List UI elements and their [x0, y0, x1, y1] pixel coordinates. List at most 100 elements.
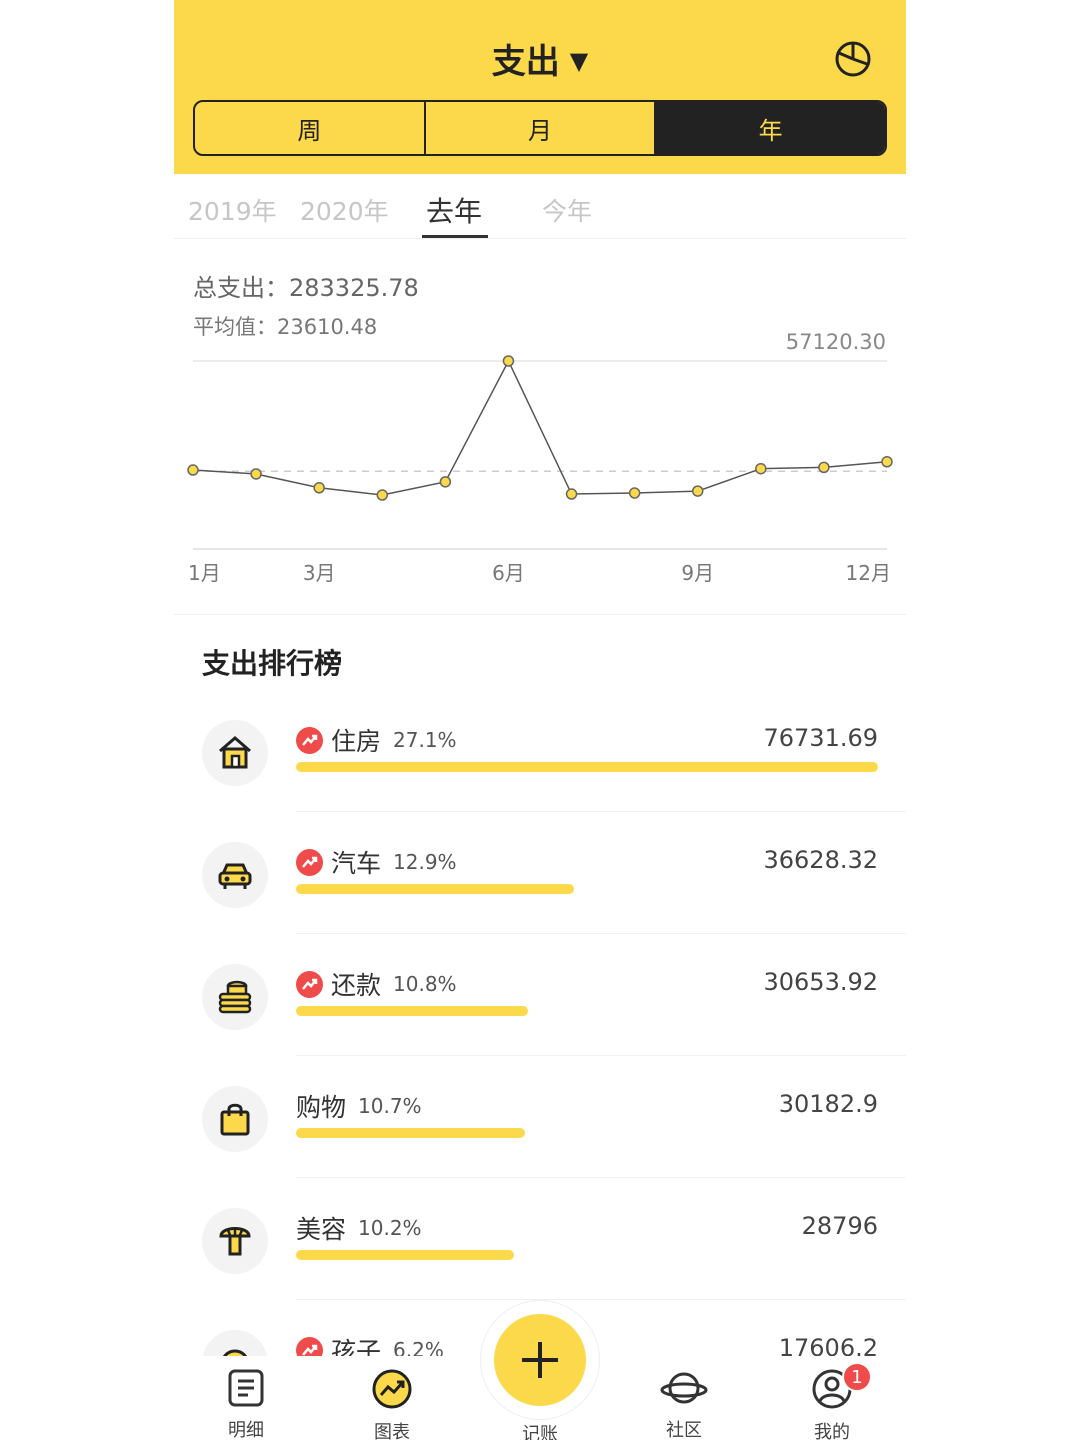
segment-year[interactable]: 年 — [656, 102, 885, 154]
category-percent: 10.8% — [393, 972, 457, 996]
category-amount: 36628.32 — [763, 846, 878, 874]
data-point-3月[interactable] — [313, 482, 325, 494]
average-expense: 平均值：23610.48 — [193, 311, 419, 341]
section-divider — [174, 614, 906, 615]
data-point-4月[interactable] — [376, 489, 389, 501]
shopping-bag-icon — [220, 1103, 250, 1136]
data-point-1月[interactable] — [187, 464, 199, 476]
category-percent: 12.9% — [393, 850, 457, 874]
x-tick-label: 6月 — [492, 561, 525, 585]
data-point-10月[interactable] — [755, 462, 767, 475]
category-icon-wrap — [202, 1208, 268, 1274]
page-title: 支出 — [491, 42, 560, 82]
pie-chart-icon[interactable] — [834, 40, 872, 78]
total-label: 总支出： — [193, 274, 289, 302]
x-tick-label: 12月 — [846, 561, 891, 585]
caret-down-icon: ▼ — [569, 47, 589, 75]
data-point-5月[interactable] — [439, 476, 452, 488]
monthly-line-chart: 1月 3月 6月 9月 12月 — [187, 355, 893, 585]
ranking-row[interactable]: 还款 10.8% 30653.92 — [174, 934, 906, 1056]
expense-series-line — [192, 359, 888, 496]
average-label: 平均值： — [193, 315, 277, 339]
category-icon-wrap — [202, 720, 268, 786]
tab-this-year[interactable]: 今年 — [542, 192, 592, 228]
header: 支出 ▼ 周 月 年 — [174, 0, 906, 174]
chart-icon — [372, 1369, 412, 1409]
ranking-row[interactable]: 美容 10.2% 28796 — [174, 1178, 906, 1300]
ranking-row[interactable]: 汽车 12.9% 36628.32 — [174, 812, 906, 934]
data-point-2月[interactable] — [250, 468, 262, 480]
nav-chart[interactable]: 图表 — [342, 1368, 442, 1440]
ranking-row-header: 购物 10.7% — [296, 1088, 422, 1124]
trend-up-icon — [296, 970, 323, 998]
ranking-row[interactable]: 住房 27.1% 76731.69 — [174, 690, 906, 812]
year-tabs: 2019年 2020年 去年 今年 — [174, 174, 906, 239]
category-share-bar — [296, 1006, 528, 1016]
category-percent: 27.1% — [393, 728, 457, 752]
beauty-icon — [219, 1227, 251, 1256]
active-tab-indicator — [422, 235, 488, 238]
category-share-bar — [296, 884, 574, 894]
category-name: 住房 — [331, 727, 382, 756]
house-icon — [219, 736, 251, 769]
tab-2019[interactable]: 2019年 — [188, 192, 277, 228]
category-percent: 10.2% — [358, 1216, 422, 1240]
tab-2020[interactable]: 2020年 — [300, 192, 389, 228]
tab-last-year[interactable]: 去年 — [426, 190, 482, 230]
category-icon-wrap — [202, 964, 268, 1030]
ranking-row[interactable]: 购物 10.7% 30182.9 — [174, 1056, 906, 1178]
data-point-6月[interactable] — [502, 355, 515, 367]
data-point-7月[interactable] — [565, 488, 578, 500]
coins-icon — [218, 980, 252, 1014]
add-record-button[interactable] — [494, 1314, 586, 1406]
data-point-12月[interactable] — [881, 456, 893, 468]
notification-badge: 1 — [842, 1362, 872, 1392]
details-icon — [228, 1369, 264, 1407]
category-name: 还款 — [331, 971, 382, 1000]
ranking-row-header: 汽车 12.9% — [296, 844, 457, 880]
trend-up-icon — [296, 726, 323, 754]
category-name: 美容 — [296, 1215, 347, 1244]
category-name: 购物 — [296, 1093, 347, 1122]
car-icon — [218, 863, 252, 889]
total-expense: 总支出：283325.78 — [193, 268, 419, 303]
category-amount: 30653.92 — [763, 968, 878, 996]
ranking-row-header: 还款 10.8% — [296, 966, 457, 1002]
category-share-bar — [296, 1128, 525, 1138]
segment-week[interactable]: 周 — [195, 102, 426, 154]
trend-up-icon — [296, 848, 323, 876]
nav-community[interactable]: 社区 — [634, 1368, 734, 1440]
total-value: 283325.78 — [289, 274, 419, 302]
category-share-bar — [296, 762, 878, 772]
x-tick-label: 3月 — [303, 561, 336, 585]
category-share-bar — [296, 1250, 514, 1260]
summary: 总支出：283325.78 平均值：23610.48 — [193, 268, 419, 341]
category-icon-wrap — [202, 842, 268, 908]
nav-details-label: 明细 — [228, 1420, 264, 1440]
type-selector[interactable]: 支出 ▼ — [174, 34, 906, 83]
ranking-title: 支出排行榜 — [202, 647, 343, 680]
data-point-11月[interactable] — [818, 461, 830, 474]
category-amount: 76731.69 — [763, 724, 878, 752]
category-amount: 28796 — [801, 1212, 878, 1240]
average-value: 23610.48 — [277, 315, 378, 339]
nav-community-label: 社区 — [666, 1420, 702, 1440]
nav-details[interactable]: 明细 — [196, 1368, 296, 1440]
category-icon-wrap — [202, 1086, 268, 1152]
x-tick-label: 1月 — [188, 561, 221, 585]
nav-profile-label: 我的 — [814, 1422, 850, 1440]
plus-icon — [522, 1342, 558, 1378]
segment-month[interactable]: 月 — [426, 102, 657, 154]
add-record-label: 记账 — [522, 1424, 558, 1440]
period-segmented-control: 周 月 年 — [193, 100, 887, 156]
data-point-8月[interactable] — [628, 487, 641, 499]
data-point-9月[interactable] — [691, 485, 704, 497]
ranking-row-header: 美容 10.2% — [296, 1210, 422, 1246]
planet-icon — [660, 1372, 708, 1404]
nav-chart-label: 图表 — [374, 1422, 410, 1440]
category-name: 汽车 — [331, 849, 382, 878]
category-amount: 30182.9 — [778, 1090, 878, 1118]
x-tick-label: 9月 — [681, 561, 714, 585]
app-screen: 支出 ▼ 周 月 年 2019年 2020年 去年 今年 总支出：283325.7… — [174, 0, 906, 1440]
ranking-row-header: 住房 27.1% — [296, 722, 457, 758]
